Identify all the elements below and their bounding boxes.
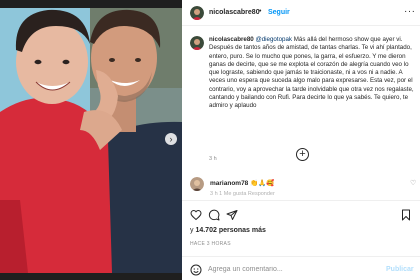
avatar[interactable]: [190, 177, 204, 191]
heart-outline-icon[interactable]: [190, 208, 202, 221]
smiley-icon[interactable]: [190, 263, 202, 276]
load-more-comments-button[interactable]: +: [296, 148, 309, 161]
more-options-icon[interactable]: ···: [404, 6, 416, 17]
chevron-right-icon: ›: [169, 134, 173, 144]
caption-username[interactable]: nicolascabre80: [209, 36, 254, 43]
avatar[interactable]: [190, 36, 204, 50]
separator-dot: •: [259, 8, 262, 15]
plus-circle-icon: +: [299, 148, 306, 160]
caption-text: Más allá del hermoso show que ayer vi. D…: [209, 36, 414, 110]
likes-suffix: personas más: [216, 227, 266, 234]
post-actions: [182, 200, 420, 224]
caption-mention[interactable]: @diegotopak: [255, 36, 292, 43]
paper-plane-icon[interactable]: [226, 208, 238, 220]
post-author-username[interactable]: nicolascabre80: [209, 9, 260, 16]
comment-body: 👏🙏🥰: [250, 180, 275, 187]
add-comment-bar: Publicar: [182, 256, 420, 280]
comment-bubble-icon[interactable]: [208, 208, 220, 221]
post-image: [0, 0, 182, 280]
carousel-next-button[interactable]: ›: [165, 133, 177, 145]
comment-item: marianom78 👏🙏🥰 3 h 1 Me gusta Responder …: [190, 175, 416, 197]
comment-meta: 3 h 1 Me gusta Responder: [210, 191, 275, 197]
caption-timestamp: 3 h: [209, 156, 217, 162]
avatar[interactable]: [190, 6, 204, 20]
heart-outline-icon[interactable]: ♡: [410, 179, 416, 187]
likes-count[interactable]: y 14.702 personas más: [190, 227, 266, 234]
comment-username[interactable]: marianom78: [210, 180, 248, 187]
follow-button[interactable]: Seguir: [268, 9, 290, 16]
post-photo: ›: [0, 0, 182, 280]
publish-button[interactable]: Publicar: [386, 266, 414, 273]
post-timestamp: HACE 3 HORAS: [190, 241, 231, 247]
post-header: nicolascabre80 • Seguir ···: [182, 0, 420, 26]
post-caption: nicolascabre80 @diegotopak Más allá del …: [209, 36, 414, 111]
bookmark-icon[interactable]: [400, 208, 412, 221]
comment-text: marianom78 👏🙏🥰: [210, 179, 274, 187]
likes-number: 14.702: [195, 227, 217, 234]
post-side-panel: nicolascabre80 • Seguir ··· nicolascabre…: [182, 0, 420, 280]
comment-input[interactable]: [208, 262, 378, 276]
